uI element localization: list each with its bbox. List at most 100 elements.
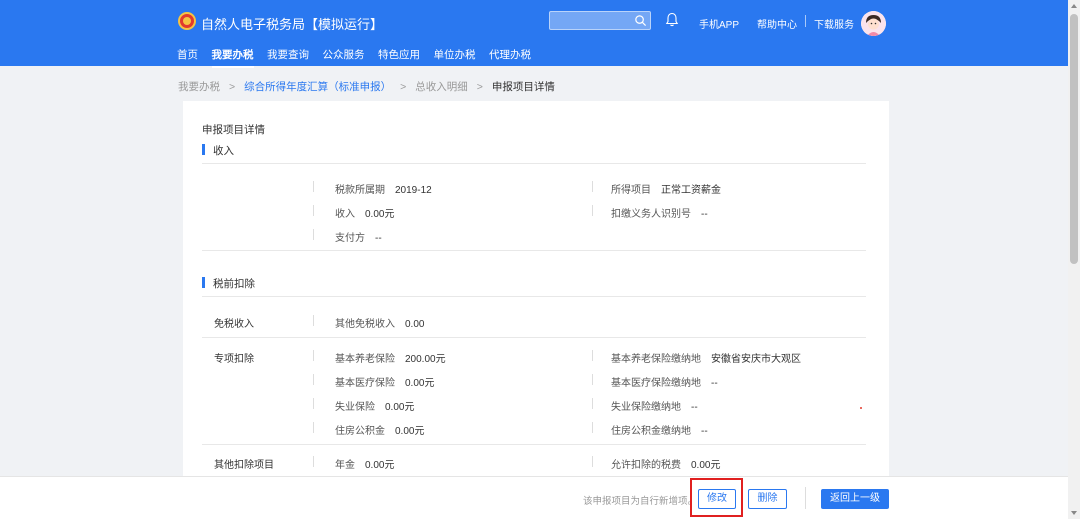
- column-divider: [592, 181, 593, 192]
- field-value: --: [701, 426, 708, 437]
- page-scrollbar[interactable]: [1068, 0, 1080, 519]
- divider: [202, 337, 866, 338]
- column-divider: [592, 374, 593, 385]
- footer-divider: [805, 487, 806, 509]
- field-label: 基本养老保险缴纳地: [611, 354, 701, 365]
- field-value: --: [711, 378, 718, 389]
- card-title: 申报项目详情: [202, 124, 265, 136]
- column-divider: [313, 398, 314, 409]
- nav-query[interactable]: 我要查询: [267, 47, 309, 62]
- self-added-note: 该申报项目为自行新增项。: [583, 496, 698, 507]
- mobile-app-link[interactable]: 手机APP: [699, 16, 739, 31]
- header-divider: [805, 15, 806, 27]
- field-label: 允许扣除的税费: [611, 460, 681, 471]
- field-value: 0.00元: [691, 460, 721, 471]
- field-housing: 住房公积金 0.00元: [335, 422, 424, 437]
- user-avatar[interactable]: [861, 11, 886, 36]
- field-withholder-id: 扣缴义务人识别号 --: [611, 205, 708, 220]
- divider: [202, 163, 866, 164]
- field-tax-period: 税款所属期 2019-12: [335, 181, 432, 196]
- column-divider: [313, 374, 314, 385]
- chevron-right-icon: >: [229, 81, 236, 93]
- field-label: 基本养老保险: [335, 354, 395, 365]
- field-label: 所得项目: [611, 185, 651, 196]
- download-service-link[interactable]: 下载服务: [814, 16, 854, 31]
- section-income-heading: 收入: [202, 143, 234, 158]
- search-box[interactable]: [549, 11, 651, 30]
- divider: [202, 444, 866, 445]
- column-divider: [592, 422, 593, 433]
- field-label: 支付方: [335, 233, 365, 244]
- field-value: 0.00: [405, 319, 425, 330]
- field-label: 收入: [335, 209, 355, 220]
- field-value: 0.00元: [365, 209, 395, 220]
- field-value: --: [375, 233, 382, 244]
- field-label: 基本医疗保险: [335, 378, 395, 389]
- field-value: 200.00元: [405, 354, 446, 365]
- chevron-right-icon: >: [400, 81, 407, 93]
- column-divider: [592, 205, 593, 216]
- row-title-special: 专项扣除: [214, 354, 254, 365]
- bell-icon[interactable]: [665, 12, 679, 27]
- field-label: 失业保险: [335, 402, 375, 413]
- nav-tax-handling[interactable]: 我要办税: [211, 47, 254, 68]
- back-button[interactable]: 返回上一级: [821, 489, 889, 509]
- search-input[interactable]: [554, 13, 634, 28]
- search-icon[interactable]: [634, 14, 647, 27]
- field-value: 安徽省安庆市大观区: [711, 354, 801, 365]
- top-header: 自然人电子税务局【模拟运行】 手机APP 帮助中心 下载服务 首页 我要办税 我…: [0, 0, 1068, 68]
- row-title-other-deductions: 其他扣除项目: [214, 460, 274, 471]
- field-medical: 基本医疗保险 0.00元: [335, 374, 434, 389]
- field-unemployment-place: 失业保险缴纳地 --: [611, 398, 698, 413]
- column-divider: [313, 205, 314, 216]
- main-nav: 首页 我要办税 我要查询 公众服务 特色应用 单位办税 代理办税: [177, 47, 545, 68]
- field-annuity: 年金 0.00元: [335, 456, 394, 471]
- field-pension-place: 基本养老保险缴纳地 安徽省安庆市大观区: [611, 350, 801, 365]
- section-deductions-heading: 税前扣除: [202, 276, 255, 291]
- highlight-box: [690, 478, 743, 517]
- field-other-tax-free: 其他免税收入 0.00: [335, 315, 424, 330]
- nav-public-service[interactable]: 公众服务: [323, 47, 365, 62]
- field-allowed-tax: 允许扣除的税费 0.00元: [611, 456, 720, 471]
- breadcrumb: 我要办税 > 综合所得年度汇算（标准申报） > 总收入明细 > 申报项目详情: [178, 79, 555, 94]
- field-label: 住房公积金: [335, 426, 385, 437]
- user-avatar-icon: [861, 11, 886, 36]
- nav-featured-apps[interactable]: 特色应用: [378, 47, 420, 62]
- field-value: --: [701, 209, 708, 220]
- nav-home[interactable]: 首页: [177, 47, 198, 62]
- site-title[interactable]: 自然人电子税务局【模拟运行】: [201, 14, 383, 33]
- field-label: 其他免税收入: [335, 319, 395, 330]
- nav-unit-tax[interactable]: 单位办税: [434, 47, 476, 62]
- breadcrumb-item-income-detail[interactable]: 总收入明细: [415, 81, 468, 93]
- field-housing-place: 住房公积金缴纳地 --: [611, 422, 708, 437]
- nav-agent-tax[interactable]: 代理办税: [489, 47, 531, 62]
- column-divider: [313, 229, 314, 240]
- scroll-thumb[interactable]: [1070, 14, 1078, 264]
- breadcrumb-item-tax-handling[interactable]: 我要办税: [178, 81, 220, 93]
- delete-button[interactable]: 删除: [748, 489, 787, 509]
- column-divider: [592, 398, 593, 409]
- help-center-link[interactable]: 帮助中心: [757, 16, 797, 31]
- scroll-down-arrow-icon[interactable]: [1068, 507, 1080, 519]
- breadcrumb-item-annual-settlement[interactable]: 综合所得年度汇算（标准申报）: [244, 81, 391, 93]
- tax-emblem-logo: [178, 12, 196, 30]
- field-income: 收入 0.00元: [335, 205, 394, 220]
- breadcrumb-current: 申报项目详情: [491, 81, 555, 93]
- field-label: 年金: [335, 460, 355, 471]
- column-divider: [313, 456, 314, 467]
- field-label: 税款所属期: [335, 185, 385, 196]
- column-divider: [313, 181, 314, 192]
- field-value: 0.00元: [395, 426, 425, 437]
- scroll-up-arrow-icon[interactable]: [1068, 0, 1080, 12]
- column-divider: [313, 422, 314, 433]
- field-value: 2019-12: [395, 185, 432, 196]
- field-value: 0.00元: [385, 402, 415, 413]
- field-pension: 基本养老保险 200.00元: [335, 350, 446, 365]
- column-divider: [313, 315, 314, 326]
- divider: [202, 250, 866, 251]
- field-value: 0.00元: [365, 460, 395, 471]
- detail-card: 申报项目详情 收入 税款所属期 2019-12 所得项目 正常工资薪金 收入 0.00…: [183, 101, 889, 476]
- field-label: 基本医疗保险缴纳地: [611, 378, 701, 389]
- chevron-right-icon: >: [476, 81, 483, 93]
- field-unemployment: 失业保险 0.00元: [335, 398, 414, 413]
